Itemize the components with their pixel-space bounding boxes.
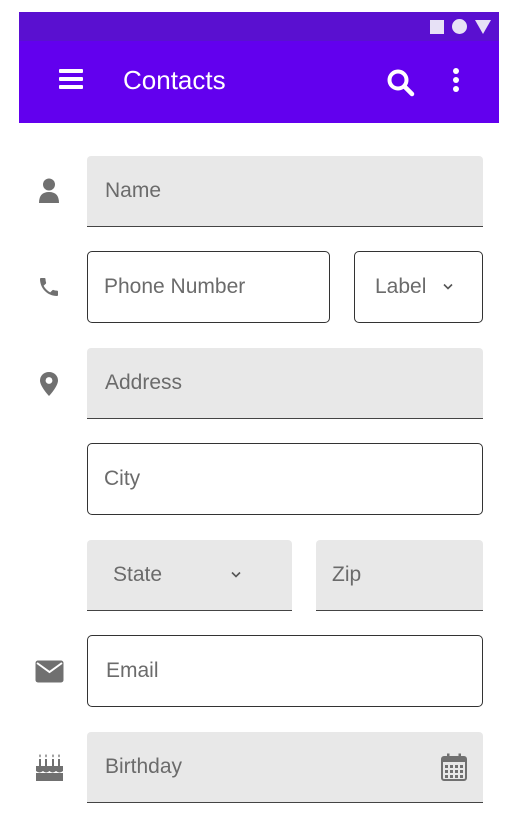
zip-field[interactable]: Zip (316, 540, 483, 611)
page-title: Contacts (123, 65, 226, 95)
calendar-icon[interactable] (441, 753, 467, 781)
city-field[interactable]: City (87, 443, 483, 515)
app-bar: Contacts (19, 41, 499, 123)
square-icon (430, 19, 444, 34)
location-pin-icon (40, 372, 58, 396)
circle-icon (452, 19, 467, 34)
person-icon (39, 178, 59, 203)
chevron-down-icon (443, 283, 453, 290)
phone-label-value: Label (375, 275, 427, 298)
birthday-placeholder: Birthday (105, 755, 183, 778)
cake-icon (36, 754, 63, 781)
menu-icon[interactable] (59, 69, 83, 89)
email-field[interactable]: Email (87, 635, 483, 707)
zip-placeholder: Zip (332, 563, 362, 586)
state-select[interactable]: State (87, 540, 292, 611)
birthday-field[interactable]: Birthday (87, 732, 483, 803)
envelope-icon (35, 660, 64, 683)
status-bar (19, 12, 499, 41)
chevron-down-icon (231, 571, 241, 578)
address-field[interactable]: Address (87, 348, 483, 419)
phone-label-select[interactable]: Label (354, 251, 483, 323)
triangle-icon (475, 19, 491, 34)
address-placeholder: Address (105, 371, 183, 394)
email-placeholder: Email (106, 659, 159, 682)
search-icon[interactable] (385, 67, 417, 99)
name-placeholder: Name (105, 179, 162, 202)
name-field[interactable]: Name (87, 156, 483, 227)
phone-number-field[interactable]: Phone Number (87, 251, 330, 323)
more-vert-icon[interactable] (449, 67, 463, 95)
city-placeholder: City (104, 467, 141, 490)
phone-placeholder: Phone Number (104, 275, 246, 298)
state-value: State (113, 563, 163, 586)
phone-icon (40, 278, 58, 296)
